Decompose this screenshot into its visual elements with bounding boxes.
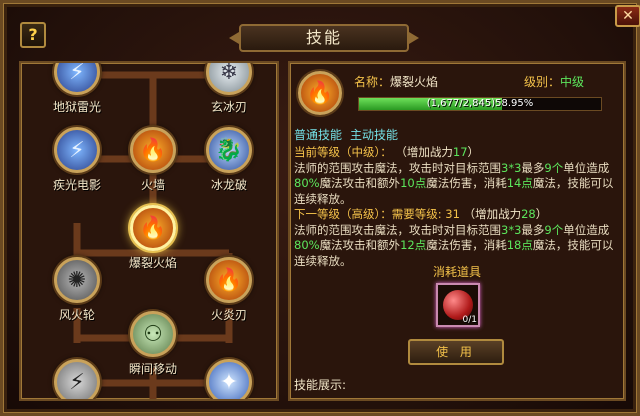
skill-node-fire-wall[interactable]: 🔥 火墙 [113, 127, 193, 193]
current-level-text: 法师的范围攻击魔法，攻击时对目标范围3*3最多9个单位造成80%魔法攻击和额外1… [294, 161, 622, 208]
fire-icon: 🔥 [130, 205, 176, 251]
desc-text: 单位造成 [563, 160, 610, 175]
skill-description: 当前等级（中级）： （增加战力17） 法师的范围攻击魔法，攻击时对目标范围3*3… [294, 145, 622, 269]
skill-type-tabs: 普通技能 主动技能 [294, 126, 406, 143]
use-button[interactable]: 使 用 [408, 339, 504, 365]
skill-name-value: 爆裂火焰 [390, 75, 439, 89]
desc-text: 法师的范围攻击魔法，攻击时对目标范围 [294, 160, 501, 175]
item-count: 0/1 [462, 315, 477, 325]
skill-window: ? ✕ 技能 ⚡ 地狱雷光 ❄ 玄冰刃 ⚡ 疾光电影 🔥 火墙 🐉 冰龙破 🔥 … [0, 0, 640, 416]
desc-text: 最多 [521, 160, 545, 175]
fire-blade-icon: 🔥 [206, 257, 252, 303]
consume-item-title: 消耗道具 [432, 265, 481, 279]
desc-percent: 80% [294, 176, 320, 190]
window-title: 技能 [239, 24, 409, 52]
crystal-skill-icon: ✦ [206, 359, 252, 399]
help-button[interactable]: ? [20, 22, 46, 48]
fire-wall-icon: 🔥 [130, 127, 176, 173]
skill-level-value: 中级 [560, 75, 585, 89]
skill-node-label: 冰龙破 [210, 178, 247, 192]
close-button[interactable]: ✕ [615, 5, 640, 27]
skill-level-row: 级别：中级 [524, 73, 584, 90]
desc-extra-damage: 12点 [400, 238, 427, 252]
desc-mana-cost: 14点 [506, 176, 533, 190]
skill-node-label: 瞬间移动 [128, 362, 177, 376]
skill-node-fire-blade[interactable]: 🔥 火炎刃 [189, 257, 269, 323]
next-level-header: 下一等级（高级）：需要等级: 31 （增加战力28） [294, 207, 622, 223]
current-power-value: 17 [452, 145, 468, 159]
consume-item-slot[interactable]: 0/1 [436, 283, 480, 327]
skill-node-label: 风火轮 [58, 308, 95, 322]
skill-node-ice-blade[interactable]: ❄ 玄冰刃 [189, 63, 269, 115]
skill-showcase-label: 技能展示: [294, 378, 347, 392]
skill-node-teleport[interactable]: ⚇ 瞬间移动 [113, 311, 193, 377]
next-power-prefix: （增加战力 [463, 207, 522, 221]
desc-extra-damage: 10点 [400, 176, 427, 190]
experience-bar: (1,677/2,845)58.95% [358, 97, 602, 111]
desc-text: 魔法伤害，消耗 [426, 176, 507, 190]
desc-text: 法师的范围攻击魔法，攻击时对目标范围 [294, 222, 501, 237]
lightning-icon: ⚡ [54, 63, 100, 95]
desc-percent: 80% [294, 238, 320, 252]
current-power-prefix: （增加战力 [395, 145, 453, 159]
skill-node-ice-dragon[interactable]: 🐉 冰龙破 [189, 127, 269, 193]
skill-node-crystal[interactable]: ✦ [189, 359, 269, 399]
skill-node-label: 玄冰刃 [210, 100, 247, 114]
skill-node-hell-thunder[interactable]: ⚡ 地狱雷光 [37, 63, 117, 115]
skill-node-label: 爆裂火焰 [128, 256, 177, 270]
current-power-suffix: ） [467, 145, 480, 159]
skill-level-key: 级别： [524, 75, 561, 89]
skill-node-blast-fire[interactable]: 🔥 爆裂火焰 [113, 205, 193, 271]
tab-active-skill[interactable]: 主动技能 [350, 128, 398, 142]
skill-node-label: 地狱雷光 [52, 100, 101, 114]
tab-normal-skill[interactable]: 普通技能 [294, 128, 342, 142]
experience-text: (1,677/2,845)58.95% [426, 98, 534, 109]
desc-text: 魔法伤害，消耗 [426, 238, 507, 252]
skill-name-key: 名称： [354, 75, 391, 89]
grey-skill-icon: ⚡ [54, 359, 100, 399]
skill-node-label: 火墙 [140, 178, 165, 192]
skill-detail-panel: 🔥 名称：爆裂火焰 级别：中级 (1,677/2,845)58.95% 普通技能… [288, 61, 626, 401]
desc-mana-cost: 18点 [506, 238, 533, 252]
desc-range: 3*3 [501, 222, 522, 237]
wheel-icon: ✺ [54, 257, 100, 303]
desc-count: 9个 [544, 222, 564, 237]
next-power-suffix: ） [535, 207, 548, 221]
skill-node-grey[interactable]: ⚡ [37, 359, 117, 399]
desc-text: 最多 [521, 222, 545, 237]
skill-node-label: 疾光电影 [52, 178, 101, 192]
desc-text: 单位造成 [563, 222, 610, 237]
current-level-title: 当前等级（中级）： [294, 145, 392, 159]
next-level-title: 下一等级（高级）：需要等级: 31 [294, 207, 460, 221]
desc-text: 魔法攻击和额外 [319, 238, 401, 252]
teleport-icon: ⚇ [130, 311, 176, 357]
skill-tree-panel[interactable]: ⚡ 地狱雷光 ❄ 玄冰刃 ⚡ 疾光电影 🔥 火墙 🐉 冰龙破 🔥 爆裂火焰 ✺ … [19, 61, 279, 401]
fire-icon: 🔥 [298, 71, 342, 115]
ice-dragon-icon: 🐉 [206, 127, 252, 173]
desc-text: 魔法攻击和额外 [319, 176, 401, 190]
desc-count: 9个 [544, 160, 564, 175]
desc-range: 3*3 [501, 160, 522, 175]
skill-node-wind-fire-wheel[interactable]: ✺ 风火轮 [37, 257, 117, 323]
skill-node-label: 火炎刃 [210, 308, 247, 322]
skill-name-row: 名称：爆裂火焰 [354, 73, 438, 90]
next-power-value: 28 [521, 207, 536, 221]
lightning-icon: ⚡ [54, 127, 100, 173]
skill-node-lightning-flash[interactable]: ⚡ 疾光电影 [37, 127, 117, 193]
current-level-header: 当前等级（中级）： （增加战力17） [294, 145, 622, 161]
ice-blade-icon: ❄ [206, 63, 252, 95]
